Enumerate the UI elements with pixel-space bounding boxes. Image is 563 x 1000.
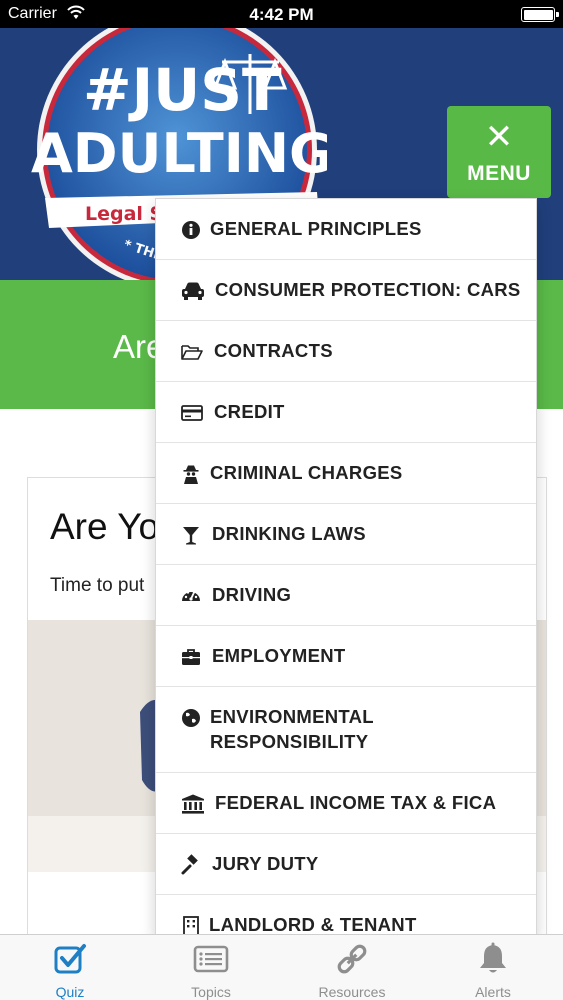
menu-item-general-principles[interactable]: GENERAL PRINCIPLES (156, 199, 536, 260)
menu-item-contracts[interactable]: CONTRACTS (156, 321, 536, 382)
gavel-icon (181, 854, 198, 875)
menu-item-driving[interactable]: DRIVING (156, 565, 536, 626)
menu-item-label: ENVIRONMENTAL RESPONSIBILITY (210, 706, 374, 752)
logo-ribbon-text: Legal S (85, 203, 163, 225)
tab-resources[interactable]: Resources (282, 935, 422, 1000)
user-secret-icon (183, 465, 199, 484)
cocktail-glass-icon (183, 527, 199, 545)
info-circle-icon (182, 221, 200, 239)
menu-button-label: MENU (467, 162, 531, 185)
globe-icon (182, 709, 200, 727)
menu-item-label: CONTRACTS (214, 340, 333, 361)
bank-icon (182, 794, 204, 814)
card-title: Are Yo (50, 506, 160, 547)
menu-item-label: GENERAL PRINCIPLES (210, 218, 422, 239)
logo-text-just: #JUST (83, 56, 282, 124)
menu-item-label: JURY DUTY (212, 853, 319, 874)
menu-item-label: CRIMINAL CHARGES (210, 462, 403, 483)
tab-quiz[interactable]: Quiz (0, 935, 140, 1000)
link-icon (337, 944, 367, 974)
tab-topics[interactable]: Topics (141, 935, 281, 1000)
close-icon: ✕ (484, 118, 514, 156)
credit-card-icon (181, 405, 203, 421)
menu-item-drinking-laws[interactable]: DRINKING LAWS (156, 504, 536, 565)
menu-item-criminal-charges[interactable]: CRIMINAL CHARGES (156, 443, 536, 504)
menu-item-label: FEDERAL INCOME TAX & FICA (215, 792, 497, 813)
menu-item-label: EMPLOYMENT (212, 645, 346, 666)
topics-menu: GENERAL PRINCIPLES CONSUMER PROTECTION: … (155, 198, 537, 938)
tab-label: Topics (191, 984, 231, 1000)
menu-item-label: CONSUMER PROTECTION: CARS (215, 279, 521, 300)
menu-item-environmental-responsibility[interactable]: ENVIRONMENTAL RESPONSIBILITY (156, 687, 536, 773)
menu-item-label: CREDIT (214, 401, 285, 422)
menu-item-jury-duty[interactable]: JURY DUTY (156, 834, 536, 895)
status-bar: Carrier 4:42 PM (0, 0, 563, 28)
menu-item-label: DRIVING (212, 584, 292, 605)
menu-item-employment[interactable]: EMPLOYMENT (156, 626, 536, 687)
list-icon (193, 945, 229, 973)
bell-icon (480, 942, 506, 973)
dashboard-icon (182, 591, 200, 601)
briefcase-icon (182, 649, 200, 665)
menu-item-federal-income-tax-fica[interactable]: FEDERAL INCOME TAX & FICA (156, 773, 536, 834)
menu-item-credit[interactable]: CREDIT (156, 382, 536, 443)
menu-item-landlord-tenant[interactable]: LANDLORD & TENANT (156, 895, 536, 937)
tab-bar: Quiz Topics Resources Alerts (0, 934, 563, 1000)
car-icon (182, 282, 204, 300)
tab-label: Alerts (475, 984, 511, 1000)
menu-close-button[interactable]: ✕ MENU (447, 106, 551, 198)
tab-label: Quiz (55, 984, 85, 1000)
tab-alerts[interactable]: Alerts (423, 935, 563, 1000)
logo-text-adulting: ADULTING (31, 122, 327, 185)
card-text: Time to put (50, 575, 145, 596)
clock: 4:42 PM (249, 5, 314, 24)
checkbox-icon (54, 944, 86, 974)
tab-label: Resources (318, 984, 386, 1000)
menu-item-label: DRINKING LAWS (212, 523, 366, 544)
folder-open-icon (181, 345, 203, 360)
battery-icon (521, 7, 559, 22)
menu-item-consumer-protection-cars[interactable]: CONSUMER PROTECTION: CARS (156, 260, 536, 321)
